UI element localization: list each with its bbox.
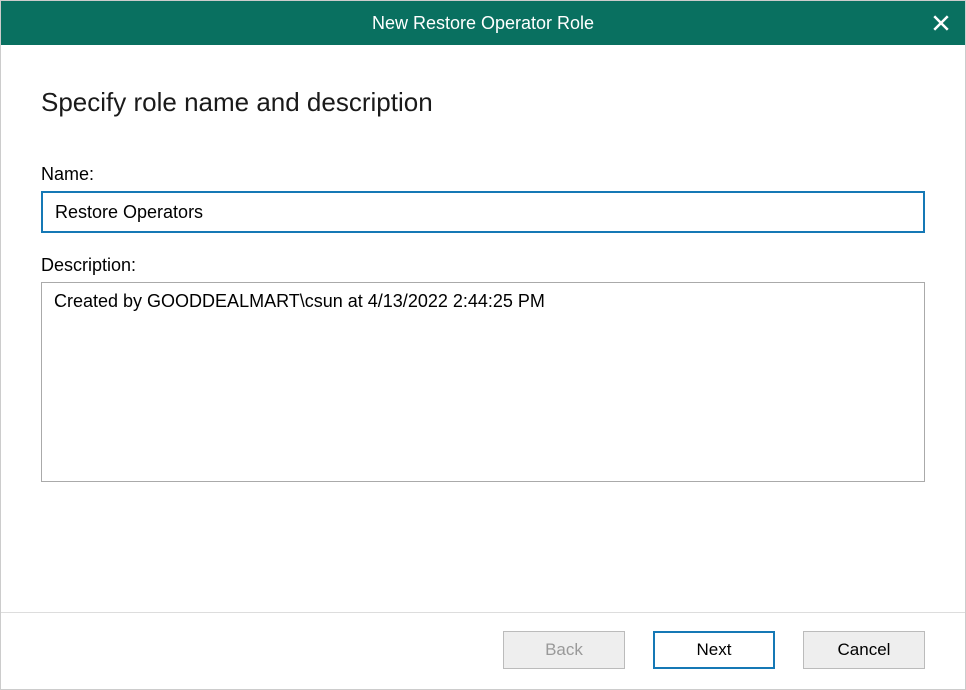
close-icon <box>932 14 950 32</box>
wizard-window: New Restore Operator Role Specify role n… <box>0 0 966 690</box>
footer: Back Next Cancel <box>1 612 965 689</box>
next-button[interactable]: Next <box>653 631 775 669</box>
cancel-button[interactable]: Cancel <box>803 631 925 669</box>
titlebar: New Restore Operator Role <box>1 1 965 45</box>
page-heading: Specify role name and description <box>41 87 925 118</box>
description-label: Description: <box>41 255 925 276</box>
description-input[interactable]: Created by GOODDEALMART\csun at 4/13/202… <box>41 282 925 482</box>
back-button[interactable]: Back <box>503 631 625 669</box>
content-area: Specify role name and description Name: … <box>1 45 965 612</box>
name-input[interactable] <box>41 191 925 233</box>
name-label: Name: <box>41 164 925 185</box>
window-title: New Restore Operator Role <box>372 13 594 34</box>
close-button[interactable] <box>929 11 953 35</box>
